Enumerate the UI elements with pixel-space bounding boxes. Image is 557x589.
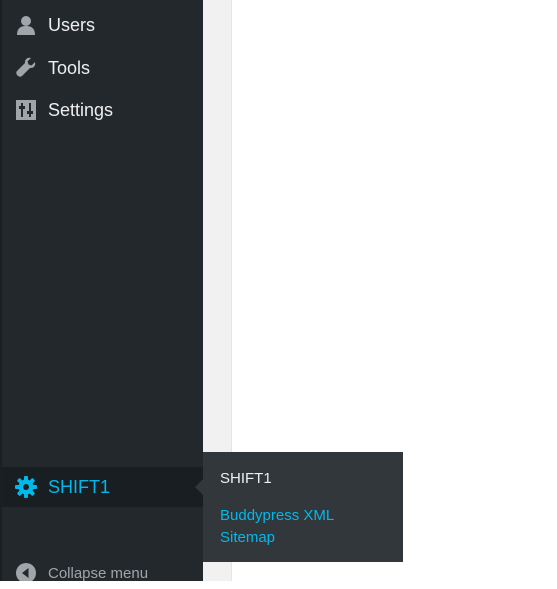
sidebar-item-label: Tools [48, 57, 91, 78]
collapse-menu-label: Collapse menu [48, 564, 149, 582]
sidebar-item-settings[interactable]: Settings [2, 90, 203, 130]
page-bottom [0, 581, 243, 589]
wrench-icon [14, 56, 38, 80]
sidebar-item-label: Settings [48, 99, 114, 120]
page: Users Tools Settings SHIFT1 SHIFT1 Buddy… [0, 0, 557, 589]
gear-icon [14, 475, 38, 499]
submenu-link-buddypress-xml-sitemap[interactable]: Buddypress XML Sitemap [220, 505, 390, 549]
sidebar-item-tools[interactable]: Tools [2, 48, 203, 88]
sidebar-item-shift1[interactable]: SHIFT1 [2, 467, 203, 507]
flyout-pointer [195, 479, 203, 495]
sidebar-item-users[interactable]: Users [2, 5, 203, 45]
sidebar-item-label: SHIFT1 [48, 476, 111, 497]
sidebar-item-label: Users [48, 14, 96, 35]
settings-sliders-icon [14, 98, 38, 122]
flyout-title: SHIFT1 [220, 470, 272, 487]
submenu-flyout: SHIFT1 Buddypress XML Sitemap [203, 452, 403, 562]
user-icon [14, 13, 38, 37]
